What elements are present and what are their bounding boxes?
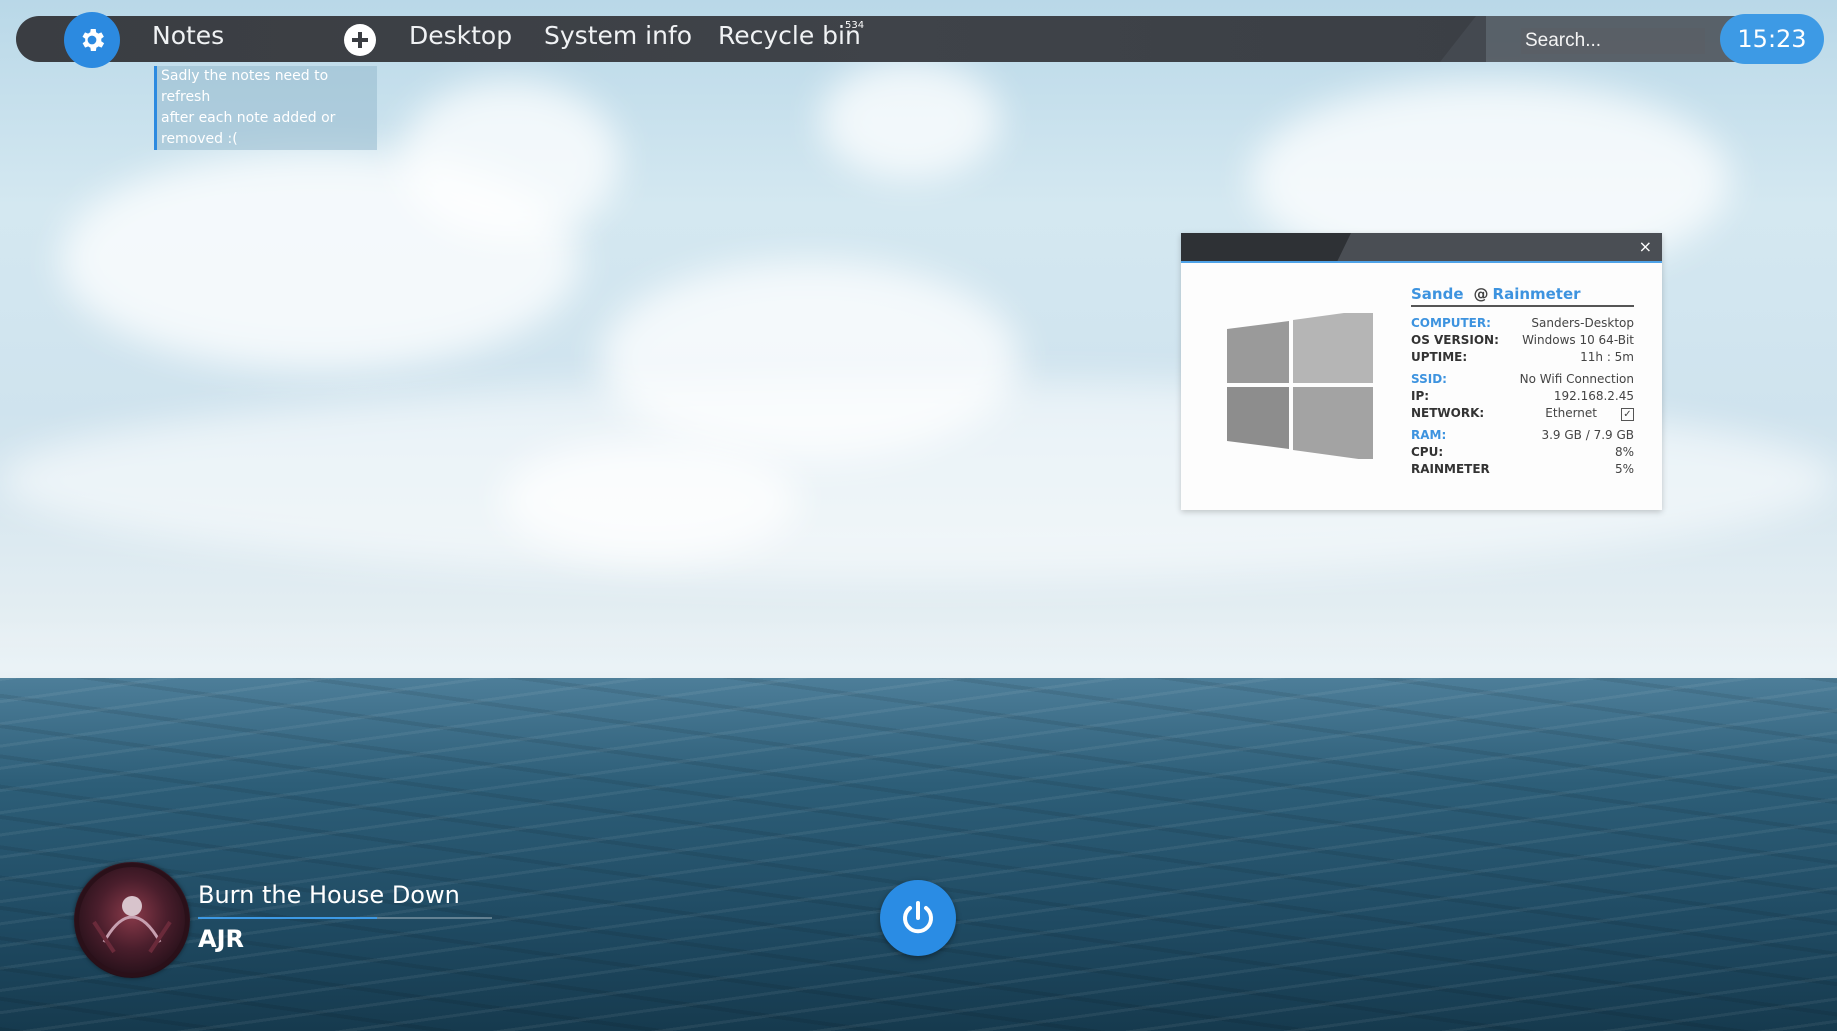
note[interactable]: Sadly the notes need to refresh after ea… (154, 66, 377, 150)
sea (0, 678, 1837, 1031)
info-key: RAINMETER (1411, 462, 1490, 476)
close-icon[interactable]: × (1639, 237, 1652, 256)
info-value: 8% (1614, 445, 1634, 459)
gear-icon (82, 29, 105, 51)
sysinfo-header: Sande @ Rainmeter (1411, 285, 1634, 307)
info-value-network: Ethernet ✓ (1545, 406, 1634, 421)
note-line: removed :( (157, 129, 377, 150)
notes-link[interactable]: Notes (152, 21, 224, 50)
info-value: Windows 10 64-Bit (1522, 333, 1634, 347)
window-accent-line (1181, 261, 1662, 263)
settings-button[interactable] (64, 12, 120, 68)
note-line: after each note added or (157, 108, 377, 129)
info-key: SSID: (1411, 372, 1447, 386)
info-key: UPTIME: (1411, 350, 1468, 364)
recycle-bin-count: 534 (845, 20, 865, 31)
song-title: Burn the House Down (198, 881, 460, 909)
network-type: Ethernet (1545, 406, 1597, 420)
clock: 15:23 (1720, 14, 1824, 64)
checkbox-icon: ✓ (1621, 408, 1634, 421)
desktop-link[interactable]: Desktop (409, 21, 512, 50)
info-value: No Wifi Connection (1519, 372, 1634, 386)
info-value: 192.168.2.45 (1553, 389, 1634, 403)
note-line: Sadly the notes need to refresh (157, 66, 377, 108)
at-sign: @ (1473, 285, 1489, 303)
sysinfo-app: Rainmeter (1492, 285, 1581, 303)
plus-icon (352, 32, 368, 48)
system-info-window: × Sande @ Rainmeter COMPUTER: Sanders-Desk… (1181, 233, 1662, 510)
info-key: IP: (1411, 389, 1430, 403)
info-key: COMPUTER: (1411, 316, 1491, 330)
info-value: 11h : 5m (1580, 350, 1634, 364)
song-artist: AJR (198, 925, 244, 953)
info-key: NETWORK: (1411, 406, 1485, 420)
cloud (820, 60, 1000, 180)
info-key: CPU: (1411, 445, 1444, 459)
info-key: OS VERSION: (1411, 333, 1499, 347)
info-value: 5% (1614, 462, 1634, 476)
system-info-link[interactable]: System info (544, 21, 692, 50)
window-titlebar-accent (1181, 233, 1351, 261)
cloud (400, 80, 620, 240)
song-progress-fill (198, 917, 378, 919)
recycle-bin-link[interactable]: Recycle bin (718, 21, 861, 50)
windows-logo-icon (1227, 313, 1373, 459)
album-art[interactable] (74, 862, 190, 978)
sysinfo-user: Sande (1411, 285, 1464, 303)
info-value: Sanders-Desktop (1531, 316, 1634, 330)
power-button[interactable] (880, 880, 956, 956)
info-key: RAM: (1411, 428, 1447, 442)
info-value: 3.9 GB / 7.9 GB (1541, 428, 1634, 442)
power-icon (903, 901, 933, 934)
cloud (500, 440, 800, 560)
search-input[interactable] (1521, 28, 1705, 54)
add-note-button[interactable] (344, 24, 376, 56)
album-art-image (75, 863, 189, 977)
